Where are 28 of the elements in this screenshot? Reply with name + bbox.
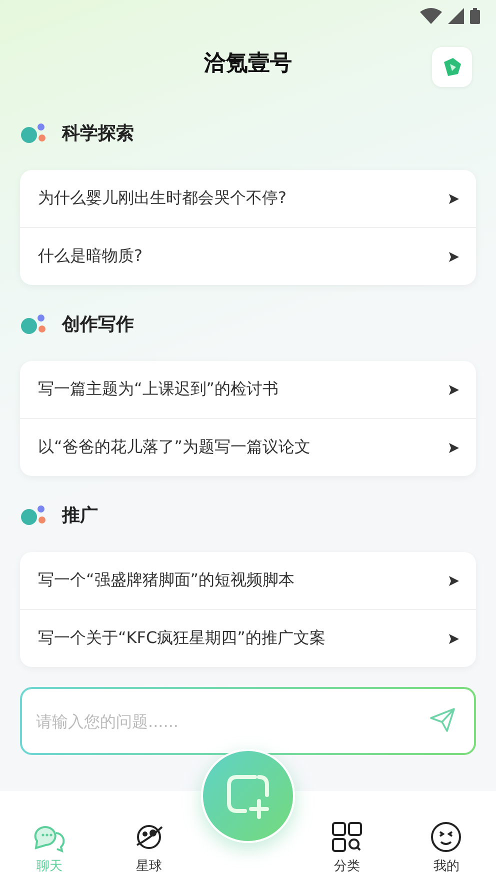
nav-tab[interactable]: 我的 [396, 821, 496, 875]
wifi-icon [420, 8, 442, 24]
prompt-item[interactable]: 以“爸爸的花儿落了”为题写一篇议论文 [20, 418, 476, 476]
prompt-item[interactable]: 写一个关于“KFC疯狂星期四”的推广文案 [20, 609, 476, 667]
nav-tab[interactable]: 星球 [99, 821, 198, 875]
prompt-item[interactable]: 写一个“强盛牌猪脚面”的短视频脚本 [20, 552, 476, 609]
prompt-item[interactable]: 写一篇主题为“上课迟到”的检讨书 [20, 361, 476, 418]
question-input-field[interactable]: 请输入您的问题...... [22, 689, 474, 753]
chevron-icon [448, 250, 460, 262]
chevron-icon [448, 574, 460, 586]
chevron-icon [448, 632, 460, 644]
chevron-icon [448, 384, 460, 396]
smiley-icon [430, 821, 462, 853]
battery-icon [470, 8, 480, 24]
section-title: 科学探索 [62, 122, 134, 145]
section-title: 创作写作 [62, 313, 134, 336]
category-grid-icon [331, 821, 364, 853]
send-icon[interactable] [430, 708, 456, 732]
chevron-icon [448, 442, 460, 454]
section-title: 推广 [62, 504, 98, 527]
prompt-item[interactable]: 为什么婴儿刚出生时都会哭个不停? [20, 170, 476, 227]
signal-icon [448, 8, 464, 24]
app-title: 洽氪壹号 [204, 50, 292, 78]
prompt-item[interactable]: 什么是暗物质? [20, 227, 476, 285]
chevron-icon [448, 192, 460, 204]
add-icon [225, 773, 271, 819]
nav-tab[interactable]: 分类 [298, 821, 397, 875]
gem-logo-button[interactable] [432, 47, 472, 87]
